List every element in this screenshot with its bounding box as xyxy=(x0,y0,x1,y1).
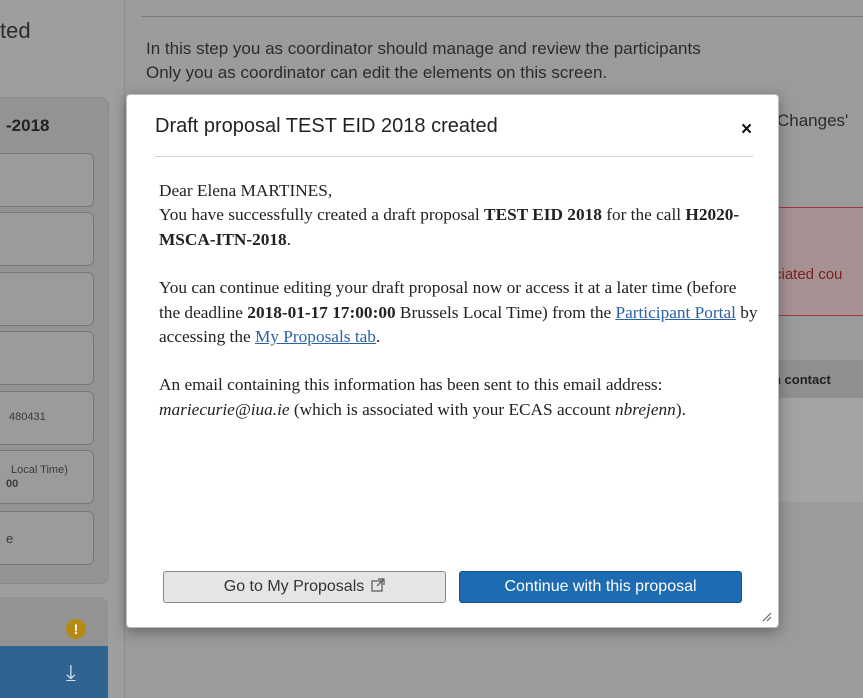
email-address: mariecurie@iua.ie xyxy=(159,399,290,419)
download-panel[interactable]: ⤓ xyxy=(0,646,108,698)
table-header: n contact xyxy=(765,360,863,398)
text: for the call xyxy=(601,205,686,225)
my-proposals-tab-link[interactable]: My Proposals tab xyxy=(255,327,376,346)
sidebar-card-title: -2018 xyxy=(6,116,50,135)
sidebar-box[interactable] xyxy=(0,212,94,266)
resize-grip-icon[interactable] xyxy=(760,609,772,622)
dialog-body: Dear Elena MARTINES, You have successful… xyxy=(159,179,759,446)
close-icon[interactable]: × xyxy=(741,119,752,141)
ecas-account: nbrejenn xyxy=(615,399,676,419)
warning-icon: ! xyxy=(66,619,86,639)
alert-text: ciated cou xyxy=(774,266,843,283)
participant-portal-link[interactable]: Participant Portal xyxy=(615,303,735,322)
dialog-paragraph-1: Dear Elena MARTINES, You have successful… xyxy=(159,179,759,252)
text: You have successfully created a draft pr… xyxy=(159,205,485,225)
changes-label: Changes' xyxy=(777,111,849,130)
error-alert: ciated cou xyxy=(765,207,863,316)
sidebar-box[interactable] xyxy=(0,272,94,326)
sidebar-box[interactable]: Local Time) 00 xyxy=(0,450,94,504)
sidebar-box-text: 480431 xyxy=(9,411,46,423)
sidebar-card-2: ! ⤓ xyxy=(0,597,108,698)
text: . xyxy=(286,229,292,249)
draft-created-dialog: Draft proposal TEST EID 2018 created × D… xyxy=(126,94,779,628)
sidebar-box[interactable] xyxy=(0,153,94,207)
button-label: Go to My Proposals xyxy=(223,578,365,595)
text: Brussels Local Time) from the xyxy=(395,302,616,322)
dialog-divider xyxy=(155,156,753,157)
sidebar-box[interactable]: e xyxy=(0,511,94,565)
download-icon[interactable]: ⤓ xyxy=(66,660,76,686)
sidebar-box-text: Local Time) xyxy=(11,464,68,476)
sidebar-box[interactable]: 480431 xyxy=(0,391,94,445)
text: . xyxy=(375,327,381,347)
table-body xyxy=(765,398,863,502)
dialog-title: Draft proposal TEST EID 2018 created xyxy=(155,115,498,137)
sidebar-box-text: e xyxy=(6,531,14,546)
text: An email containing this information has… xyxy=(159,375,663,395)
text: (which is associated with your ECAS acco… xyxy=(289,399,616,419)
text: ). xyxy=(675,399,686,419)
greeting: Dear Elena MARTINES, xyxy=(159,181,333,200)
left-sidebar: ted -2018 480431 Local Time) 00 e ! ⤓ xyxy=(0,0,124,698)
intro-line-1: In this step you as coordinator should m… xyxy=(146,39,701,58)
dialog-paragraph-2: You can continue editing your draft prop… xyxy=(159,276,759,349)
external-link-icon xyxy=(371,577,385,597)
table-header-cell: n contact xyxy=(773,372,831,387)
go-to-my-proposals-button[interactable]: Go to My Proposals xyxy=(163,571,446,603)
dialog-paragraph-3: An email containing this information has… xyxy=(159,373,759,422)
page-title: ted xyxy=(0,18,31,43)
sidebar-box-text: 00 xyxy=(6,478,19,490)
sidebar-card: -2018 480431 Local Time) 00 e xyxy=(0,97,109,584)
deadline: 2018-01-17 17:00:00 xyxy=(247,302,396,322)
proposal-name: TEST EID 2018 xyxy=(484,205,602,225)
intro-text: In this step you as coordinator should m… xyxy=(146,37,701,85)
intro-line-2: Only you as coordinator can edit the ele… xyxy=(146,63,608,82)
divider xyxy=(141,16,863,17)
sidebar-box[interactable] xyxy=(0,331,94,385)
continue-with-proposal-button[interactable]: Continue with this proposal xyxy=(459,571,742,603)
